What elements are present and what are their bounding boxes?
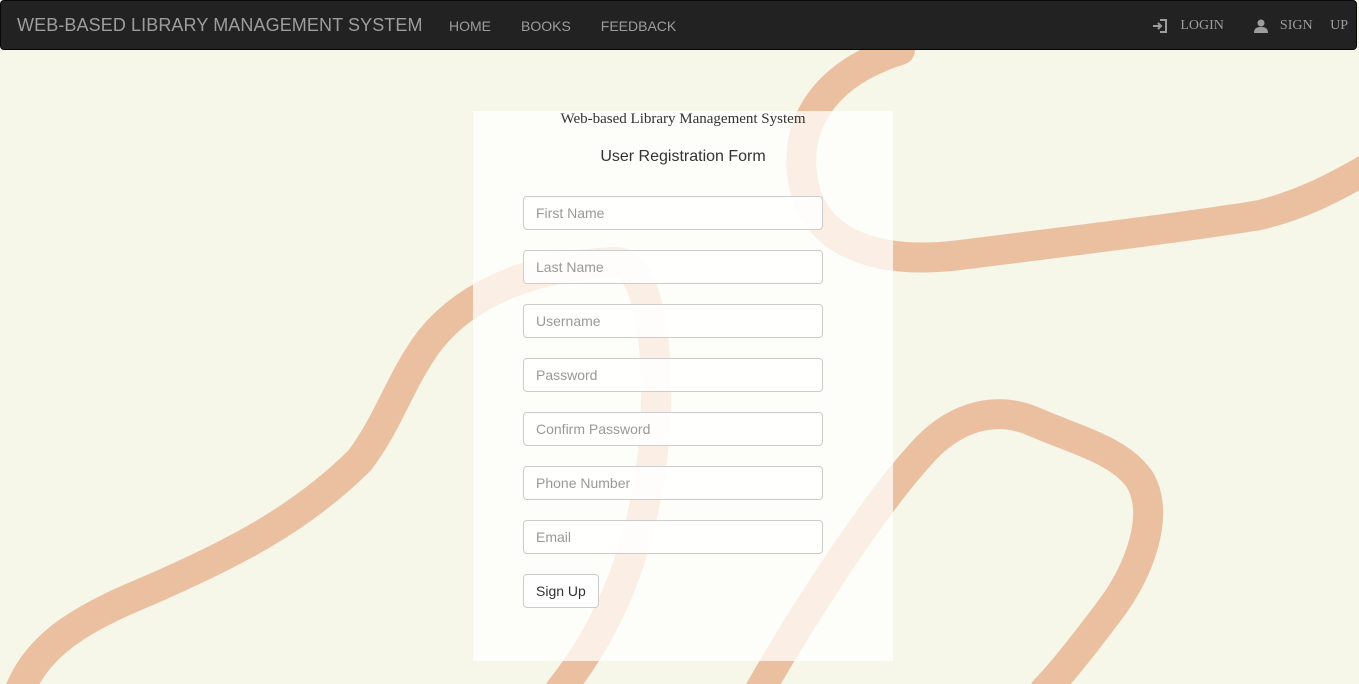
main-nav: HOME BOOKS FEEDBACK <box>449 18 676 34</box>
registration-panel: Web-based Library Management System User… <box>473 111 893 661</box>
nav-home[interactable]: HOME <box>449 18 491 34</box>
user-icon <box>1253 19 1268 33</box>
username-input[interactable] <box>523 304 823 338</box>
sign-up-button[interactable]: Sign Up <box>523 574 599 608</box>
nav-books[interactable]: BOOKS <box>521 18 571 34</box>
phone-input[interactable] <box>523 466 823 500</box>
form-title: User Registration Form <box>600 148 766 165</box>
signup-link[interactable]: SIGN UP <box>1253 18 1348 34</box>
site-title: Web-based Library Management System <box>560 111 806 127</box>
password-input[interactable] <box>523 358 823 392</box>
log-in-icon <box>1152 19 1168 33</box>
brand-link[interactable]: WEB-BASED LIBRARY MANAGEMENT SYSTEM <box>17 15 423 36</box>
top-navbar: WEB-BASED LIBRARY MANAGEMENT SYSTEM HOME… <box>0 0 1357 50</box>
account-nav: LOGIN SIGN UP <box>1152 18 1348 34</box>
signup-label: SIGN UP <box>1279 18 1348 33</box>
first-name-input[interactable] <box>523 196 823 230</box>
login-link[interactable]: LOGIN <box>1152 18 1224 34</box>
email-input[interactable] <box>523 520 823 554</box>
login-label: LOGIN <box>1180 18 1224 33</box>
confirm-password-input[interactable] <box>523 412 823 446</box>
nav-feedback[interactable]: FEEDBACK <box>601 18 676 34</box>
last-name-input[interactable] <box>523 250 823 284</box>
